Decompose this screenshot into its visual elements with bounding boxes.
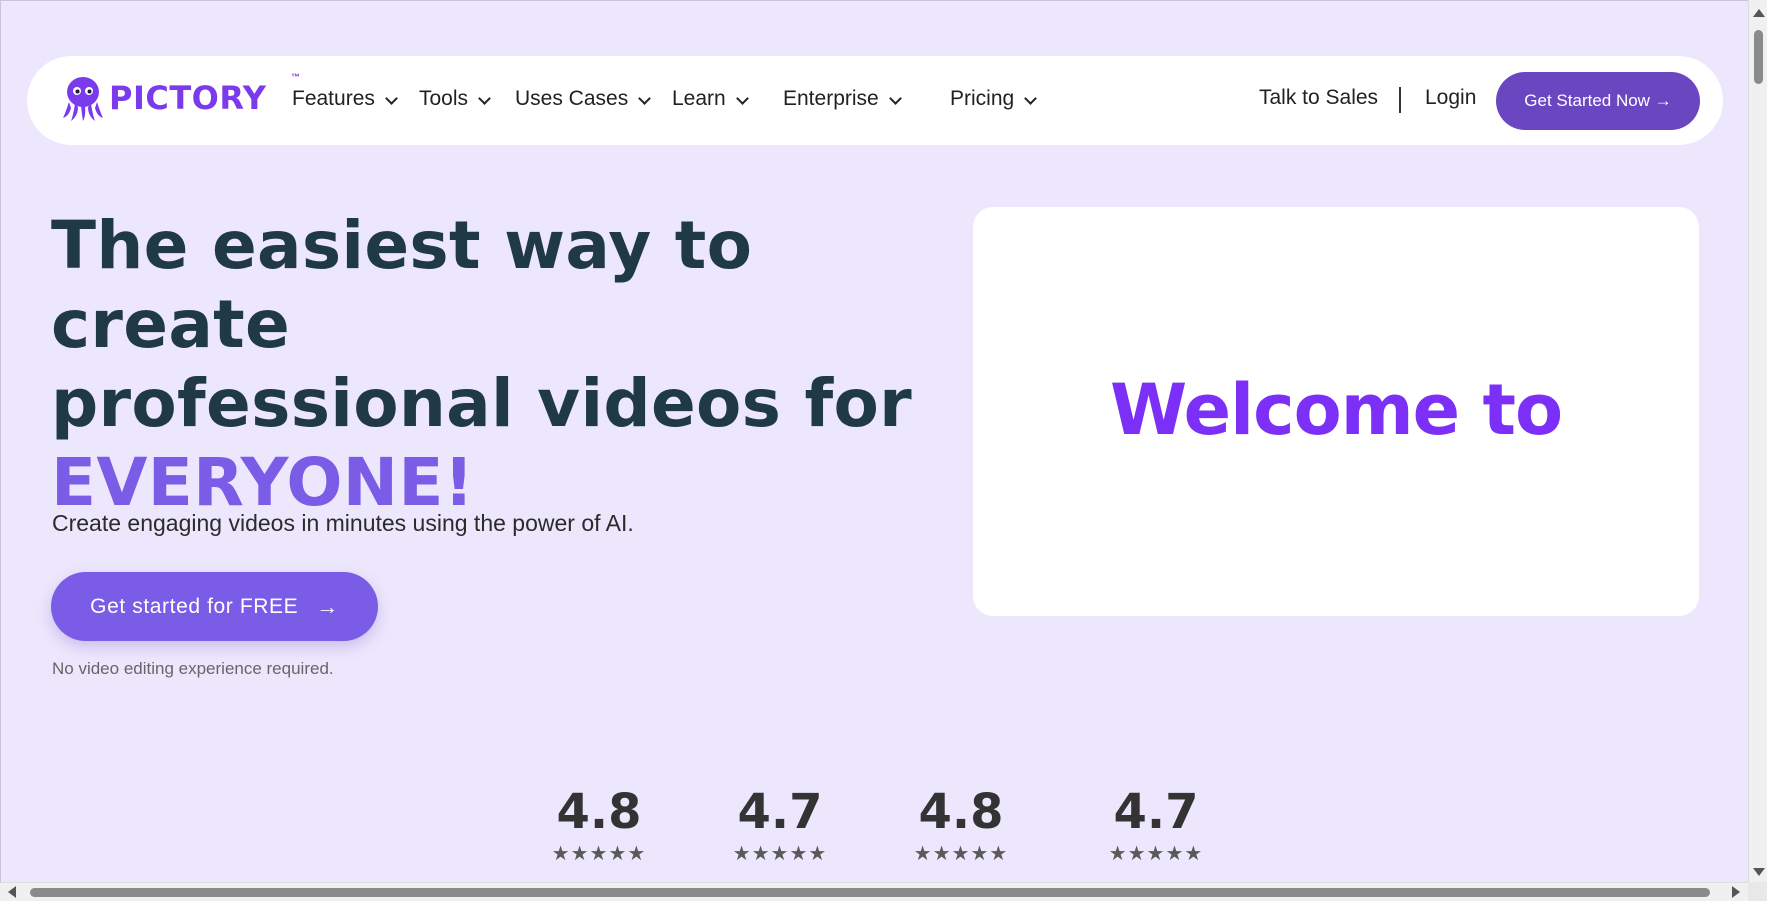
nav-use-cases[interactable]: Uses Cases [515,87,652,111]
page: PICTORY ™ Features Tools Uses Cases Lear… [0,0,1748,882]
scroll-left-icon[interactable] [8,886,16,898]
rating-score: 4.8 [918,784,1004,840]
horizontal-scroll-thumb[interactable] [30,888,1710,897]
hero-video[interactable]: Welcome to [973,207,1699,616]
hero-title-line1: The easiest way to create [51,207,753,363]
star-rating-icon: ★★★★★ [732,843,828,865]
nav-enterprise[interactable]: Enterprise [783,87,902,111]
chevron-down-icon [1024,91,1038,105]
scrollbar-corner [1748,882,1767,901]
vertical-scroll-thumb[interactable] [1754,30,1763,84]
scroll-right-icon[interactable] [1732,886,1740,898]
get-started-free-label: Get started for FREE [90,594,299,618]
logo-wordmark: PICTORY [109,79,267,117]
nav-tools-label: Tools [419,87,469,110]
chevron-down-icon [888,91,902,105]
chevron-down-icon [478,91,491,105]
hero-title: The easiest way to create professional v… [51,206,951,522]
nav-learn[interactable]: Learn [672,87,749,111]
nav-use-cases-label: Uses Cases [515,87,629,110]
chevron-down-icon [638,91,652,105]
rating-score: 4.7 [1113,784,1199,840]
arrow-right-icon: → [316,593,339,619]
nav-features-label: Features [292,87,375,110]
rating-score: 4.7 [737,784,823,840]
rating-3: 4.8 ★★★★★ [911,785,1011,866]
trademark-mark: ™ [291,72,300,82]
nav-divider [1399,87,1401,113]
top-nav: PICTORY ™ Features Tools Uses Cases Lear… [27,56,1723,145]
nav-pricing-label: Pricing [950,87,1015,110]
chevron-down-icon [385,91,398,105]
nav-enterprise-label: Enterprise [783,87,879,110]
hero-title-line2: professional videos for [51,365,913,442]
get-started-now-button[interactable]: Get Started Now → [1496,72,1700,130]
horizontal-scrollbar[interactable] [0,882,1748,901]
scroll-down-icon[interactable] [1753,868,1765,876]
talk-to-sales-link[interactable]: Talk to Sales [1259,86,1378,110]
rating-4: 4.7 ★★★★★ [1106,785,1206,866]
get-started-free-button[interactable]: Get started for FREE → [51,572,378,641]
star-rating-icon: ★★★★★ [1108,843,1204,865]
nav-pricing[interactable]: Pricing [950,87,1038,111]
vertical-scrollbar[interactable] [1748,0,1767,882]
nav-features[interactable]: Features [292,87,398,111]
nav-learn-label: Learn [672,87,726,110]
hero-subtitle: Create engaging videos in minutes using … [52,510,634,536]
star-rating-icon: ★★★★★ [551,843,647,865]
login-link[interactable]: Login [1425,86,1476,110]
rating-1: 4.8 ★★★★★ [549,785,649,866]
hero-note: No video editing experience required. [52,659,334,678]
rating-score: 4.8 [556,784,642,840]
octopus-logo-icon [63,77,103,121]
pictory-logo[interactable]: PICTORY ™ [61,72,300,122]
rating-2: 4.7 ★★★★★ [730,785,830,866]
chevron-down-icon [735,91,749,105]
video-caption: Welcome to [1109,368,1563,451]
nav-tools[interactable]: Tools [419,87,491,111]
scroll-up-icon[interactable] [1753,9,1765,17]
star-rating-icon: ★★★★★ [913,843,1009,865]
